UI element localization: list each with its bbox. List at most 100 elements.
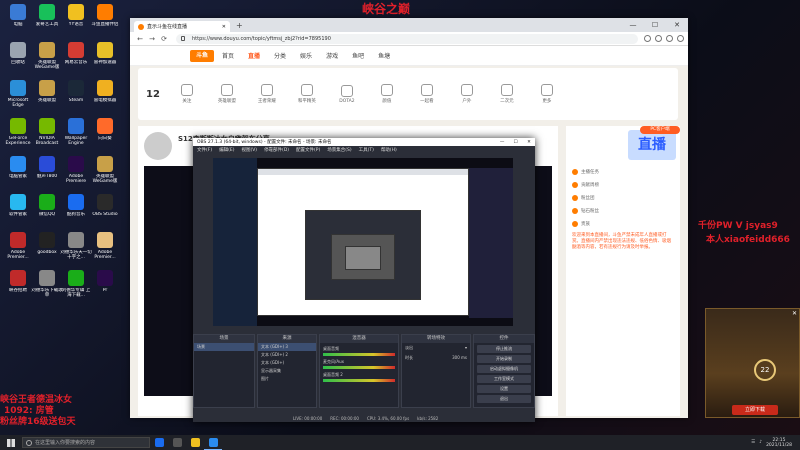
desktop-icon[interactable]: 向日葵: [89, 118, 121, 141]
address-bar[interactable]: https://www.douyu.com/topic/yftmsj_zbj2?…: [176, 33, 638, 44]
game-ad[interactable]: ✕ 22 立即下载: [705, 308, 800, 418]
category-item[interactable]: 户外: [454, 84, 480, 104]
desktop-icon[interactable]: GeForce Experience: [2, 118, 34, 146]
mixer-channel[interactable]: 桌面音频: [323, 346, 395, 356]
nav-item[interactable]: 首页: [222, 51, 234, 60]
sidebar-row[interactable]: 贵族: [572, 219, 674, 229]
obs-control-button[interactable]: 工作室模式: [477, 375, 531, 383]
tab-close-icon[interactable]: ✕: [222, 24, 226, 30]
obs-control-button[interactable]: 停止推流: [477, 345, 531, 353]
sidebar-row[interactable]: 粉丝团: [572, 193, 674, 203]
obs-minimize-button[interactable]: —: [496, 140, 508, 145]
desktop-icon[interactable]: 电脑: [2, 4, 34, 27]
network-icon[interactable]: ☰: [751, 440, 755, 445]
maximize-button[interactable]: ☐: [644, 21, 666, 29]
clock[interactable]: 22:15 2021/11/28: [766, 438, 792, 448]
source-item[interactable]: 显示器采集: [258, 367, 316, 375]
nav-item[interactable]: 直播: [248, 51, 260, 60]
sidebar-row[interactable]: 钻石粉丝: [572, 206, 674, 216]
desktop-icon[interactable]: 英雄联盟: [31, 80, 63, 103]
obs-menu-item[interactable]: 编辑(E): [219, 147, 234, 153]
mixer-channel[interactable]: 麦克风/Aux: [323, 359, 395, 369]
desktop-icon[interactable]: 刘德华乐下载歌单: [31, 270, 63, 298]
browser-tab[interactable]: 直示斗鱼在线直播 ✕: [134, 21, 230, 32]
obs-control-button[interactable]: 启动虚拟摄像机: [477, 365, 531, 373]
obs-menu-item[interactable]: 配置文件(P): [296, 147, 320, 153]
desktop-icon[interactable]: 刘德华乐天一切十字之...: [60, 232, 92, 260]
desktop-icon[interactable]: Wallpaper Engine: [60, 118, 92, 146]
pc-client-badge[interactable]: PC客户端: [640, 126, 680, 134]
desktop-icon[interactable]: 雷电模拟器: [89, 80, 121, 103]
source-item[interactable]: 文本 (GDI+): [258, 359, 316, 367]
desktop-icon[interactable]: Adobe Premier...: [89, 232, 121, 260]
desktop-icon[interactable]: goodbox: [31, 232, 63, 255]
nav-item[interactable]: 分类: [274, 51, 286, 60]
douyu-logo[interactable]: 斗鱼: [190, 50, 214, 62]
obs-maximize-button[interactable]: ☐: [510, 140, 522, 145]
obs-menu-item[interactable]: 帮助(H): [381, 147, 397, 153]
mixer-level-bar[interactable]: [323, 379, 395, 382]
mixer-channel[interactable]: 桌面音频 2: [323, 372, 395, 382]
category-item[interactable]: 更多: [534, 84, 560, 104]
category-item[interactable]: 颜值: [374, 84, 400, 104]
collections-icon[interactable]: [655, 35, 662, 42]
category-item[interactable]: 和平精英: [294, 84, 320, 104]
nav-item[interactable]: 鱼塘: [378, 51, 390, 60]
desktop-icon[interactable]: 电脑管家: [2, 156, 34, 179]
nav-item[interactable]: 娱乐: [300, 51, 312, 60]
desktop-icon[interactable]: 魅声T800: [31, 156, 63, 179]
desktop-icon[interactable]: Pr: [89, 270, 121, 293]
obs-control-button[interactable]: 退出: [477, 395, 531, 403]
obs-menu-item[interactable]: 视图(V): [241, 147, 257, 153]
source-item[interactable]: 图片: [258, 375, 316, 383]
desktop-icon[interactable]: YY语音: [60, 4, 92, 27]
category-item[interactable]: 英雄联盟: [214, 84, 240, 104]
category-item[interactable]: 一起看: [414, 84, 440, 104]
desktop-icon[interactable]: NVIDIA Broadcast: [31, 118, 63, 146]
favorite-star-icon[interactable]: [644, 35, 651, 42]
obs-close-button[interactable]: ✕: [523, 140, 535, 145]
desktop-icon[interactable]: 英雄联盟WeGame版: [89, 156, 121, 184]
desktop-icon[interactable]: 微信QQ: [31, 194, 63, 217]
start-button[interactable]: [0, 435, 22, 450]
scene-item[interactable]: 场景: [194, 343, 254, 351]
desktop-icon[interactable]: 英雄联盟WeGame版: [31, 42, 63, 70]
nav-item[interactable]: 鱼吧: [352, 51, 364, 60]
nav-item[interactable]: 游戏: [326, 51, 338, 60]
desktop-icon[interactable]: Adobe Premiere: [60, 156, 92, 184]
sidebar-row[interactable]: 主播任务: [572, 167, 674, 177]
refresh-icon[interactable]: ⟳: [158, 35, 170, 43]
desktop-icon[interactable]: 爱奇艺工具: [31, 4, 63, 27]
desktop-icon[interactable]: 网易云音乐: [60, 42, 92, 65]
transition-duration[interactable]: 时长 300 ms: [402, 353, 470, 363]
obs-menu-item[interactable]: 工具(T): [359, 147, 374, 153]
profile-avatar-icon[interactable]: [666, 35, 673, 42]
category-item[interactable]: DOTA2: [334, 84, 360, 104]
desktop-icon[interactable]: 雷神加速器: [89, 42, 121, 65]
mixer-level-bar[interactable]: [323, 353, 395, 356]
desktop-icon[interactable]: Steam: [60, 80, 92, 103]
obs-menu-item[interactable]: 停靠部件(D): [264, 147, 289, 153]
sidebar-row[interactable]: 贡献周榜: [572, 180, 674, 190]
recommend-card[interactable]: 直播: [628, 130, 676, 160]
desktop-icon[interactable]: 斗鱼直播伴侣: [89, 4, 121, 27]
desktop-icon[interactable]: 刘德华专辑 上海下载...: [60, 270, 92, 298]
taskbar-app[interactable]: [150, 435, 168, 450]
category-item[interactable]: 王者荣耀: [254, 84, 280, 104]
desktop-icon[interactable]: Microsoft Edge: [2, 80, 34, 108]
obs-control-button[interactable]: 设置: [477, 385, 531, 393]
source-item[interactable]: 文本 (GDI+) 2: [258, 351, 316, 359]
obs-preview[interactable]: [213, 158, 513, 326]
taskbar-app[interactable]: [168, 435, 186, 450]
ad-download-button[interactable]: 立即下载: [732, 405, 778, 415]
desktop-icon[interactable]: 回收站: [2, 42, 34, 65]
more-menu-icon[interactable]: [677, 35, 684, 42]
forward-arrow-icon[interactable]: →: [146, 35, 158, 43]
transition-select[interactable]: 淡出 ▾: [402, 343, 470, 353]
obs-menu-item[interactable]: 场景集合(S): [327, 147, 351, 153]
desktop-icon[interactable]: 酷狗音乐: [60, 194, 92, 217]
streamer-avatar[interactable]: [144, 132, 172, 160]
taskbar-app[interactable]: [204, 435, 222, 450]
volume-icon[interactable]: ♪: [759, 440, 762, 445]
back-arrow-icon[interactable]: ←: [134, 35, 146, 43]
